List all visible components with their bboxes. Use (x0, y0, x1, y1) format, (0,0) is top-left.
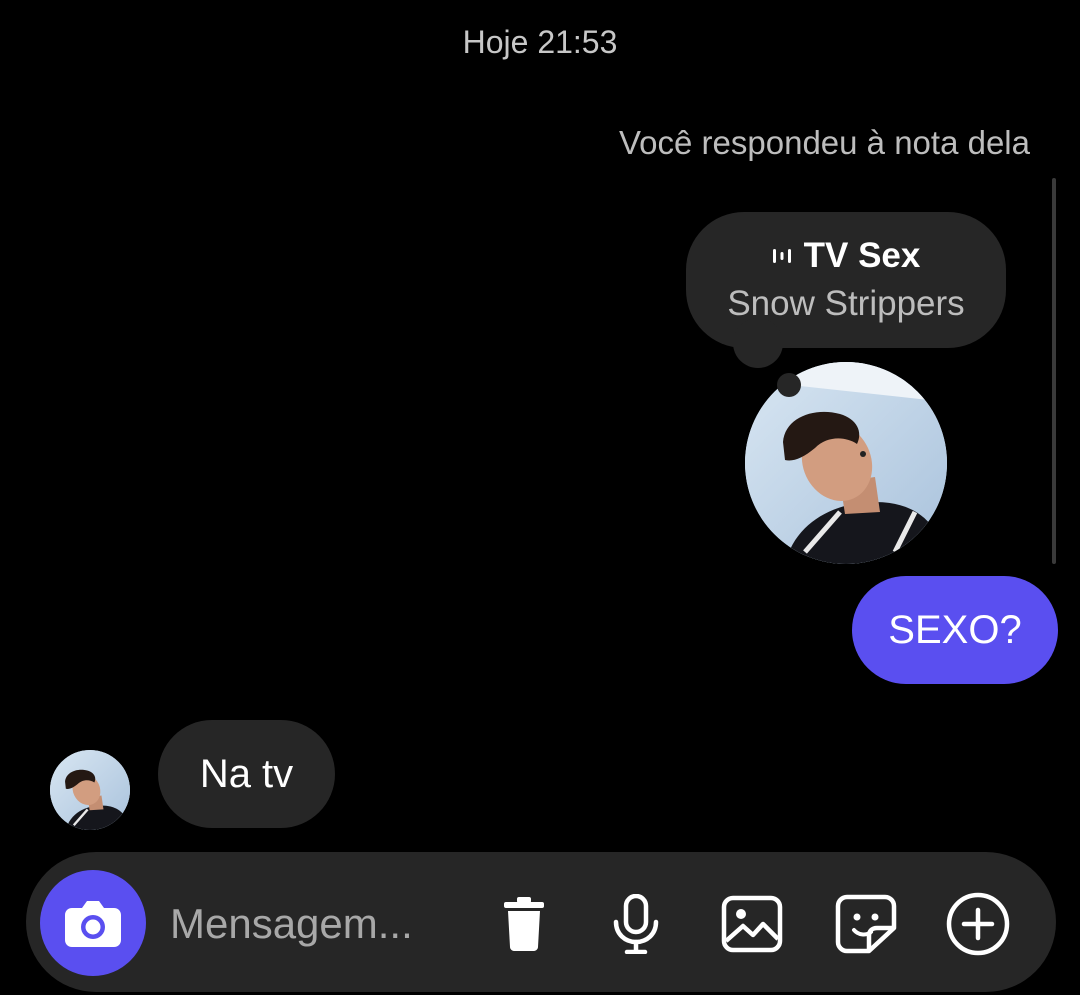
message-composer (26, 852, 1056, 992)
note-author-avatar[interactable] (745, 362, 947, 564)
camera-icon (64, 898, 122, 948)
note-connector-dot (777, 373, 801, 397)
note-bubble[interactable]: TV Sex Snow Strippers (686, 212, 1006, 348)
more-options-button[interactable] (946, 892, 1010, 956)
microphone-icon (611, 894, 661, 954)
received-message-bubble[interactable]: Na tv (158, 720, 335, 828)
sticker-button[interactable] (834, 892, 898, 956)
plus-circle-icon (946, 892, 1010, 956)
voice-message-button[interactable] (604, 892, 668, 956)
gallery-button[interactable] (720, 892, 784, 956)
note-title-row: TV Sex (686, 236, 1006, 276)
note-tail-dot (733, 318, 783, 368)
gallery-icon (721, 895, 783, 953)
audio-bars-icon (772, 246, 792, 266)
sender-avatar[interactable] (50, 750, 130, 830)
thread-timestamp: Hoje 21:53 (462, 24, 618, 60)
scrollbar[interactable] (1052, 178, 1056, 564)
reply-context-label: Você respondeu à nota dela (618, 124, 1030, 161)
message-input[interactable] (170, 896, 460, 952)
sticker-icon (835, 894, 897, 954)
sent-message-bubble[interactable]: SEXO? (852, 576, 1058, 684)
note-song-artist: Snow Strippers (727, 284, 965, 323)
delete-button[interactable] (492, 892, 556, 956)
trash-icon (502, 897, 546, 951)
camera-button[interactable] (40, 870, 146, 976)
note-song-title: TV Sex (803, 236, 921, 275)
